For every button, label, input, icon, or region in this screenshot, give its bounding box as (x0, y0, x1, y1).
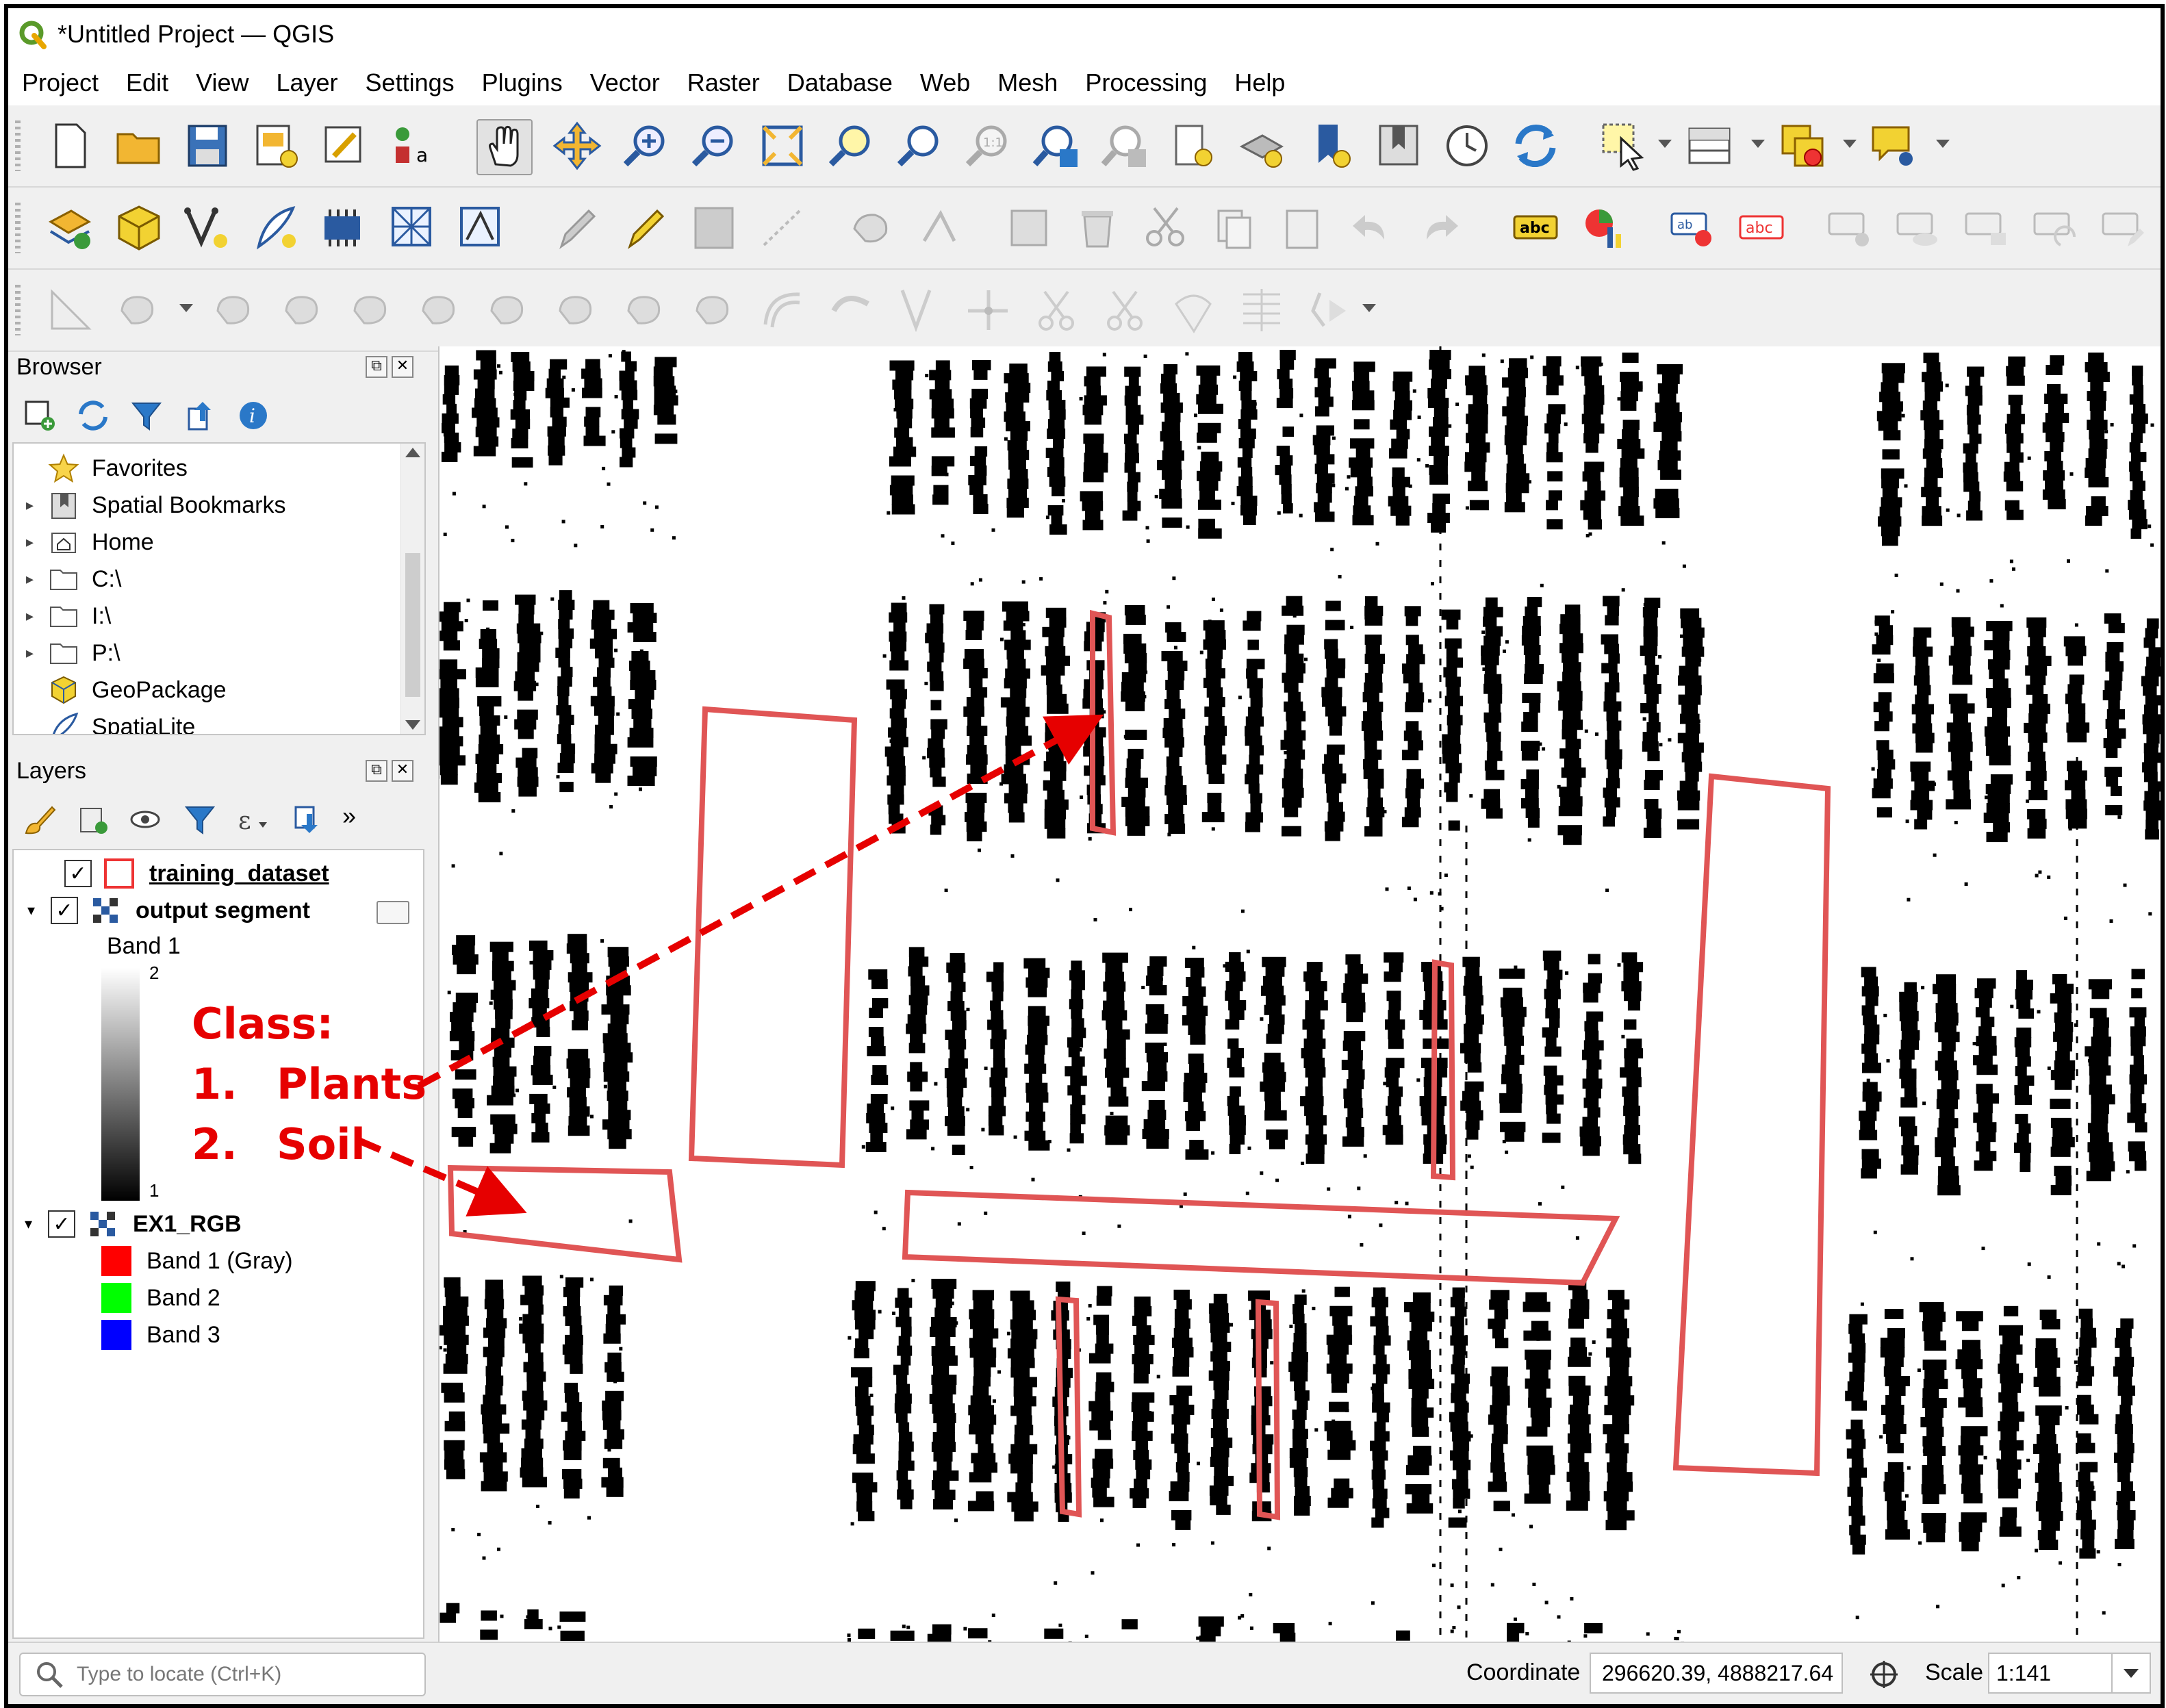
coordinate-label: Coordinate (1466, 1659, 1581, 1685)
annotation-overlay (357, 714, 1104, 1216)
plants-arrow (417, 714, 1104, 1089)
chevron-down-icon[interactable] (2111, 1654, 2150, 1692)
status-bar: Type to locate (Ctrl+K) Coordinate 29662… (8, 1642, 2161, 1704)
class-item-soil: 2. Soil (192, 1119, 366, 1169)
search-icon (37, 1662, 63, 1688)
coordinate-field[interactable]: 296620.39, 4888217.64 (1590, 1653, 1843, 1694)
toggle-extents-mouse-icon[interactable] (1865, 1655, 1903, 1694)
class-item-plants: 1. Plants (192, 1059, 427, 1109)
locator-search[interactable]: Type to locate (Ctrl+K) (19, 1653, 426, 1696)
qgis-window: *Untitled Project — QGIS Project Edit Vi… (4, 4, 2165, 1708)
scale-label: Scale (1925, 1659, 1984, 1685)
noise-speck (2160, 709, 2161, 713)
locator-placeholder: Type to locate (Ctrl+K) (77, 1663, 282, 1685)
class-legend-annotation: Class: 1. Plants 2. Soil (192, 994, 426, 1175)
scale-value: 1:141 (1996, 1660, 2052, 1685)
class-legend-heading: Class: (192, 999, 334, 1049)
scale-combobox[interactable]: 1:141 (1988, 1653, 2151, 1694)
